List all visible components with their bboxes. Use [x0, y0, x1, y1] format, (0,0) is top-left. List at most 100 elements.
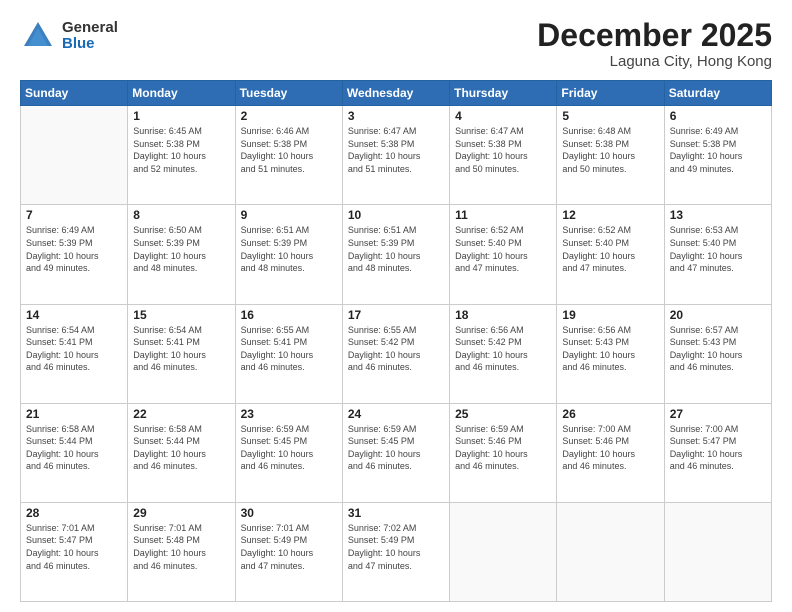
day-info: Sunrise: 6:55 AMSunset: 5:41 PMDaylight:…	[241, 324, 337, 374]
weekday-header: Saturday	[664, 81, 771, 106]
day-number: 28	[26, 506, 122, 520]
day-info: Sunrise: 6:50 AMSunset: 5:39 PMDaylight:…	[133, 224, 229, 274]
day-number: 22	[133, 407, 229, 421]
calendar-cell: 28 Sunrise: 7:01 AMSunset: 5:47 PMDayligh…	[21, 502, 128, 601]
day-number: 11	[455, 208, 551, 222]
calendar-cell: 21Sunrise: 6:58 AMSunset: 5:44 PMDayligh…	[21, 403, 128, 502]
logo-blue-label: Blue	[62, 36, 118, 53]
day-info: Sunrise: 6:45 AMSunset: 5:38 PMDaylight:…	[133, 125, 229, 175]
weekday-header: Monday	[128, 81, 235, 106]
calendar-cell: 18Sunrise: 6:56 AMSunset: 5:42 PMDayligh…	[450, 304, 557, 403]
page: General Blue December 2025 Laguna City, …	[0, 0, 792, 612]
calendar-cell: 6Sunrise: 6:49 AMSunset: 5:38 PMDaylight…	[664, 106, 771, 205]
calendar-cell	[21, 106, 128, 205]
day-number: 12	[562, 208, 658, 222]
calendar-cell	[664, 502, 771, 601]
header: General Blue December 2025 Laguna City, …	[20, 18, 772, 70]
day-info: Sunrise: 7:01 AMSunset: 5:49 PMDaylight:…	[241, 522, 337, 572]
day-info: Sunrise: 6:59 AMSunset: 5:46 PMDaylight:…	[455, 423, 551, 473]
day-info: Sunrise: 6:53 AMSunset: 5:40 PMDaylight:…	[670, 224, 766, 274]
day-number: 3	[348, 109, 444, 123]
calendar-cell	[557, 502, 664, 601]
day-info: Sunrise: 7:01 AMSunset: 5:48 PMDaylight:…	[133, 522, 229, 572]
calendar-cell: 13 Sunrise: 6:53 AMSunset: 5:40 PMDayligh…	[664, 205, 771, 304]
day-number: 21	[26, 407, 122, 421]
day-number: 5	[562, 109, 658, 123]
day-info: Sunrise: 6:52 AMSunset: 5:40 PMDaylight:…	[562, 224, 658, 274]
day-number: 18	[455, 308, 551, 322]
calendar-cell: 27 Sunrise: 7:00 AMSunset: 5:47 PMDayligh…	[664, 403, 771, 502]
calendar-cell: 3Sunrise: 6:47 AMSunset: 5:38 PMDaylight…	[342, 106, 449, 205]
weekday-header: Wednesday	[342, 81, 449, 106]
day-info: Sunrise: 6:54 AMSunset: 5:41 PMDaylight:…	[26, 324, 122, 374]
day-info: Sunrise: 7:02 AMSunset: 5:49 PMDaylight:…	[348, 522, 444, 572]
day-number: 26	[562, 407, 658, 421]
calendar-cell: 23Sunrise: 6:59 AMSunset: 5:45 PMDayligh…	[235, 403, 342, 502]
day-info: Sunrise: 6:54 AMSunset: 5:41 PMDaylight:…	[133, 324, 229, 374]
location: Laguna City, Hong Kong	[537, 53, 772, 70]
calendar-cell: 10Sunrise: 6:51 AMSunset: 5:39 PMDayligh…	[342, 205, 449, 304]
day-number: 9	[241, 208, 337, 222]
day-number: 13	[670, 208, 766, 222]
day-info: Sunrise: 7:00 AMSunset: 5:47 PMDaylight:…	[670, 423, 766, 473]
day-number: 19	[562, 308, 658, 322]
day-number: 2	[241, 109, 337, 123]
day-info: Sunrise: 6:52 AMSunset: 5:40 PMDaylight:…	[455, 224, 551, 274]
day-number: 17	[348, 308, 444, 322]
day-info: Sunrise: 7:00 AMSunset: 5:46 PMDaylight:…	[562, 423, 658, 473]
calendar-cell: 1Sunrise: 6:45 AMSunset: 5:38 PMDaylight…	[128, 106, 235, 205]
day-info: Sunrise: 6:51 AMSunset: 5:39 PMDaylight:…	[241, 224, 337, 274]
calendar-week-row: 1Sunrise: 6:45 AMSunset: 5:38 PMDaylight…	[21, 106, 772, 205]
calendar-cell: 16 Sunrise: 6:55 AMSunset: 5:41 PMDayligh…	[235, 304, 342, 403]
weekday-header: Tuesday	[235, 81, 342, 106]
calendar-cell: 9 Sunrise: 6:51 AMSunset: 5:39 PMDaylight…	[235, 205, 342, 304]
day-info: Sunrise: 7:01 AMSunset: 5:47 PMDaylight:…	[26, 522, 122, 572]
calendar-table: SundayMondayTuesdayWednesdayThursdayFrid…	[20, 80, 772, 602]
weekday-header: Thursday	[450, 81, 557, 106]
calendar-week-row: 14 Sunrise: 6:54 AMSunset: 5:41 PMDayligh…	[21, 304, 772, 403]
calendar-week-row: 28 Sunrise: 7:01 AMSunset: 5:47 PMDayligh…	[21, 502, 772, 601]
calendar-cell: 15 Sunrise: 6:54 AMSunset: 5:41 PMDayligh…	[128, 304, 235, 403]
day-number: 6	[670, 109, 766, 123]
day-number: 27	[670, 407, 766, 421]
day-number: 23	[241, 407, 337, 421]
day-number: 29	[133, 506, 229, 520]
day-number: 10	[348, 208, 444, 222]
calendar-cell: 24 Sunrise: 6:59 AMSunset: 5:45 PMDayligh…	[342, 403, 449, 502]
calendar-cell: 26 Sunrise: 7:00 AMSunset: 5:46 PMDayligh…	[557, 403, 664, 502]
calendar-cell: 17Sunrise: 6:55 AMSunset: 5:42 PMDayligh…	[342, 304, 449, 403]
calendar-cell: 30Sunrise: 7:01 AMSunset: 5:49 PMDayligh…	[235, 502, 342, 601]
calendar-week-row: 21 Sunrise: 6:58 AMSunset: 5:44 PMDayligh…	[21, 403, 772, 502]
calendar-cell: 20 Sunrise: 6:57 AMSunset: 5:43 PMDayligh…	[664, 304, 771, 403]
title-block: December 2025 Laguna City, Hong Kong	[537, 18, 772, 70]
weekday-header-row: SundayMondayTuesdayWednesdayThursdayFrid…	[21, 81, 772, 106]
day-number: 20	[670, 308, 766, 322]
logo-general-label: General	[62, 20, 118, 37]
calendar-cell: 25Sunrise: 6:59 AMSunset: 5:46 PMDayligh…	[450, 403, 557, 502]
calendar-cell: 11 Sunrise: 6:52 AMSunset: 5:40 PMDayligh…	[450, 205, 557, 304]
day-info: Sunrise: 6:57 AMSunset: 5:43 PMDaylight:…	[670, 324, 766, 374]
day-number: 24	[348, 407, 444, 421]
calendar-cell: 4 Sunrise: 6:47 AMSunset: 5:38 PMDaylight…	[450, 106, 557, 205]
day-number: 14	[26, 308, 122, 322]
logo: General Blue	[20, 18, 118, 54]
day-number: 16	[241, 308, 337, 322]
calendar-cell: 2Sunrise: 6:46 AMSunset: 5:38 PMDaylight…	[235, 106, 342, 205]
day-number: 15	[133, 308, 229, 322]
day-info: Sunrise: 6:49 AMSunset: 5:39 PMDaylight:…	[26, 224, 122, 274]
calendar-cell: 31 Sunrise: 7:02 AMSunset: 5:49 PMDayligh…	[342, 502, 449, 601]
weekday-header: Friday	[557, 81, 664, 106]
day-info: Sunrise: 6:47 AMSunset: 5:38 PMDaylight:…	[455, 125, 551, 175]
calendar-cell: 7 Sunrise: 6:49 AMSunset: 5:39 PMDaylight…	[21, 205, 128, 304]
weekday-header: Sunday	[21, 81, 128, 106]
day-number: 4	[455, 109, 551, 123]
month-title: December 2025	[537, 18, 772, 53]
day-number: 31	[348, 506, 444, 520]
logo-icon	[20, 18, 56, 54]
calendar-cell: 5Sunrise: 6:48 AMSunset: 5:38 PMDaylight…	[557, 106, 664, 205]
calendar-cell: 8Sunrise: 6:50 AMSunset: 5:39 PMDaylight…	[128, 205, 235, 304]
day-number: 7	[26, 208, 122, 222]
logo-text: General Blue	[62, 20, 118, 53]
day-info: Sunrise: 6:59 AMSunset: 5:45 PMDaylight:…	[348, 423, 444, 473]
day-info: Sunrise: 6:58 AMSunset: 5:44 PMDaylight:…	[133, 423, 229, 473]
